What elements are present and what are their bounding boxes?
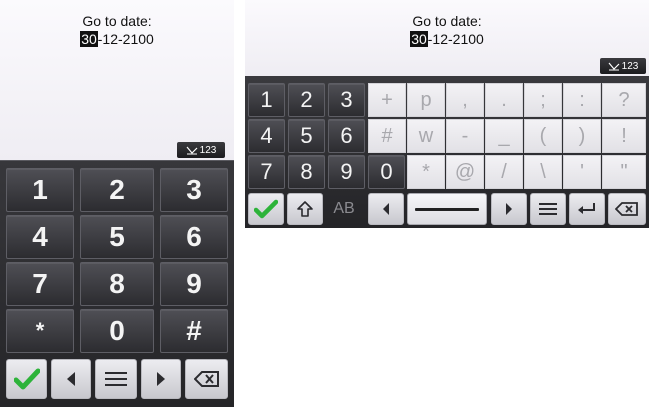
key-asterisk[interactable]: * [407,155,445,189]
date-selected-part: 30 [80,31,98,47]
key-1[interactable]: 1 [248,83,285,117]
key-2[interactable]: 2 [288,83,325,117]
menu-button[interactable] [530,193,566,225]
date-field[interactable]: 30-12-2100 [245,31,649,48]
menu-icon [105,372,127,386]
cursor-right-button[interactable] [141,359,181,399]
confirm-button[interactable] [6,359,47,399]
key-6[interactable]: 6 [160,215,228,259]
backspace-icon [615,202,638,216]
key-close-paren[interactable]: ) [563,119,601,153]
input-mode-label: 123 [199,144,217,156]
right-arrow-icon [506,203,512,215]
space-bar[interactable] [407,193,487,225]
pen-icon [186,146,198,154]
key-5[interactable]: 5 [288,119,325,153]
key-plus[interactable]: + [368,83,406,117]
prompt-label: Go to date: [412,13,482,29]
input-mode-indicator[interactable]: 123 [600,58,646,74]
key-question[interactable]: ? [602,83,646,117]
input-mode-indicator[interactable]: 123 [177,142,225,158]
date-input-area[interactable]: Go to date: 30-12-2100 123 [0,0,234,160]
menu-icon [539,203,557,215]
key-hyphen[interactable]: - [446,119,484,153]
key-3[interactable]: 3 [160,168,228,212]
key-semicolon[interactable]: ; [524,83,562,117]
key-quote[interactable]: " [602,155,646,189]
numeric-input-screen: Go to date: 30-12-2100 123 1 2 3 4 5 6 7… [0,0,234,407]
left-arrow-icon [67,372,75,386]
date-field[interactable]: 30-12-2100 [0,31,234,48]
key-slash[interactable]: / [485,155,523,189]
date-selected-part: 30 [410,31,428,47]
key-backslash[interactable]: \ [524,155,562,189]
full-keyboard-screen: Go to date: 30-12-2100 123 1 2 3 4 5 6 7… [245,0,649,228]
key-8[interactable]: 8 [288,155,325,189]
key-0[interactable]: 0 [80,309,154,353]
key-0[interactable]: 0 [368,155,405,189]
space-bar-line [415,207,479,211]
backspace-button[interactable] [185,359,228,399]
menu-button[interactable] [95,359,137,399]
prompt-label: Go to date: [82,13,152,29]
key-7[interactable]: 7 [248,155,285,189]
key-open-paren[interactable]: ( [524,119,562,153]
qwerty-keyboard: 1 2 3 4 5 6 7 8 9 0 + p , . ; : ? # w - … [245,76,649,228]
key-underscore[interactable]: _ [485,119,523,153]
key-w[interactable]: w [407,119,445,153]
cursor-left-button[interactable] [368,193,404,225]
key-5[interactable]: 5 [80,215,154,259]
key-4[interactable]: 4 [248,119,285,153]
key-star[interactable]: * [6,309,74,353]
key-9[interactable]: 9 [328,155,365,189]
case-toggle-label: AB [333,200,355,217]
key-comma[interactable]: , [446,83,484,117]
shift-icon [297,201,313,217]
key-apostrophe[interactable]: ' [563,155,601,189]
confirm-button[interactable] [248,193,284,225]
enter-button[interactable] [569,193,605,225]
key-3[interactable]: 3 [328,83,365,117]
key-at[interactable]: @ [446,155,484,189]
shift-button[interactable] [287,193,323,225]
key-colon[interactable]: : [563,83,601,117]
key-9[interactable]: 9 [160,262,228,306]
key-hash[interactable]: # [160,309,228,353]
key-1[interactable]: 1 [6,168,74,212]
backspace-icon [193,371,219,387]
key-6[interactable]: 6 [328,119,365,153]
right-arrow-icon [157,372,165,386]
key-exclamation[interactable]: ! [602,119,646,153]
key-hash[interactable]: # [368,119,406,153]
pen-icon [608,62,620,70]
key-8[interactable]: 8 [80,262,154,306]
date-rest: -12-2100 [97,31,154,47]
check-icon [254,199,278,219]
key-period[interactable]: . [485,83,523,117]
case-toggle[interactable]: AB [326,193,362,225]
date-rest: -12-2100 [427,31,484,47]
cursor-right-button[interactable] [491,193,527,225]
check-icon [13,368,40,390]
numeric-keypad: 1 2 3 4 5 6 7 8 9 * 0 # [0,160,234,407]
key-p[interactable]: p [407,83,445,117]
key-2[interactable]: 2 [80,168,154,212]
left-arrow-icon [383,203,389,215]
key-4[interactable]: 4 [6,215,74,259]
input-mode-label: 123 [621,60,639,72]
date-input-area[interactable]: Go to date: 30-12-2100 123 [245,0,649,76]
enter-icon [578,203,595,214]
cursor-left-button[interactable] [51,359,91,399]
backspace-button[interactable] [608,193,646,225]
key-7[interactable]: 7 [6,262,74,306]
